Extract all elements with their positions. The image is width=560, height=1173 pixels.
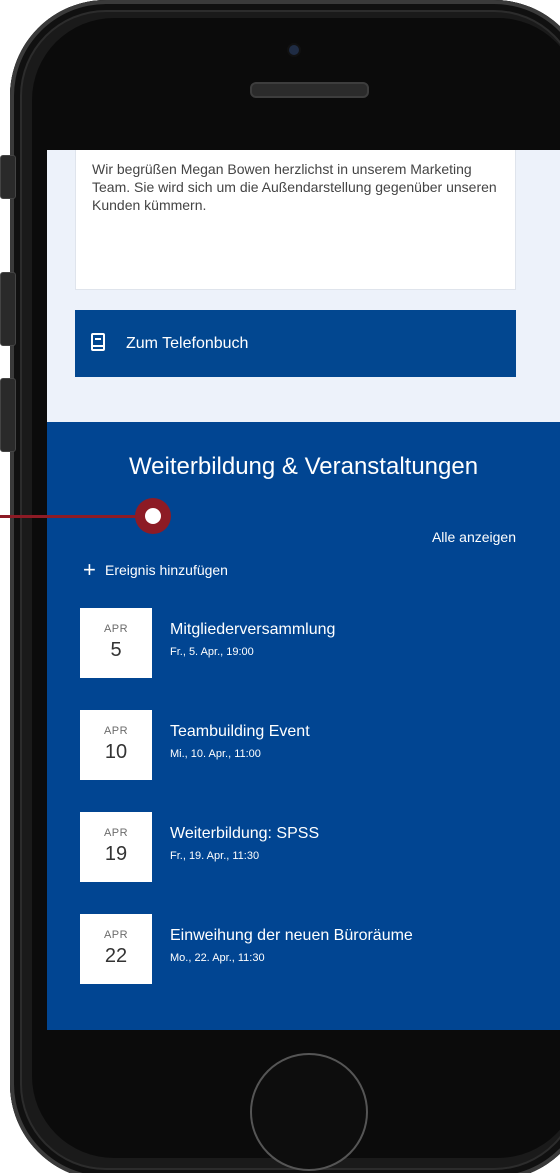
- event-title: Einweihung der neuen Büroräume: [170, 927, 413, 944]
- stage: Wir begrüßen Megan Bowen herzlichst in u…: [0, 0, 560, 1173]
- plus-icon: +: [83, 557, 96, 582]
- event-day: 5: [110, 639, 122, 661]
- front-camera: [289, 45, 299, 55]
- phone-screen: Wir begrüßen Megan Bowen herzlichst in u…: [47, 150, 560, 1030]
- event-title: Teambuilding Event: [170, 723, 310, 740]
- event-day: 22: [104, 945, 128, 967]
- show-all-link[interactable]: Alle anzeigen: [432, 528, 516, 546]
- volume-down-button: [0, 378, 16, 452]
- event-item[interactable]: APR 19 Weiterbildung: SPSS Fr., 19. Apr.…: [80, 812, 500, 882]
- events-section: Weiterbildung & Veranstaltungen Alle anz…: [47, 422, 560, 1030]
- events-title: Weiterbildung & Veranstaltungen: [128, 453, 479, 480]
- event-date-box: APR 22: [80, 914, 152, 984]
- event-month: APR: [103, 827, 129, 839]
- mute-switch: [0, 155, 16, 199]
- event-date-box: APR 19: [80, 812, 152, 882]
- event-month: APR: [103, 623, 129, 635]
- book-icon: [91, 333, 105, 351]
- event-title: Weiterbildung: SPSS: [170, 825, 320, 842]
- news-card: Wir begrüßen Megan Bowen herzlichst in u…: [75, 150, 516, 290]
- event-item[interactable]: APR 10 Teambuilding Event Mi., 10. Apr.,…: [80, 710, 500, 780]
- event-item[interactable]: APR 22 Einweihung der neuen Büroräume Mo…: [80, 914, 500, 984]
- event-date-box: APR 10: [80, 710, 152, 780]
- event-day: 10: [104, 741, 128, 763]
- phonebook-button[interactable]: Zum Telefonbuch: [75, 310, 516, 377]
- event-time: Fr., 19. Apr., 11:30: [170, 850, 260, 862]
- callout-line: [0, 515, 142, 518]
- news-text: Wir begrüßen Megan Bowen herzlichst in u…: [92, 161, 497, 213]
- add-event-label: Ereignis hinzufügen: [105, 562, 228, 578]
- earpiece-speaker: [250, 82, 369, 98]
- event-time: Mi., 10. Apr., 11:00: [170, 748, 261, 760]
- event-title: Mitgliederversammlung: [170, 621, 336, 638]
- event-day: 19: [104, 843, 128, 865]
- event-date-box: APR 5: [80, 608, 152, 678]
- event-time: Mo., 22. Apr., 11:30: [170, 952, 265, 964]
- phonebook-label: Zum Telefonbuch: [126, 335, 249, 352]
- volume-up-button: [0, 272, 16, 346]
- event-time: Fr., 5. Apr., 19:00: [170, 646, 254, 658]
- event-month: APR: [103, 725, 129, 737]
- add-event-button[interactable]: + Ereignis hinzufügen: [83, 557, 228, 582]
- event-month: APR: [103, 929, 129, 941]
- event-item[interactable]: APR 5 Mitgliederversammlung Fr., 5. Apr.…: [80, 608, 500, 678]
- callout-marker: [135, 498, 171, 534]
- home-button[interactable]: [250, 1053, 368, 1171]
